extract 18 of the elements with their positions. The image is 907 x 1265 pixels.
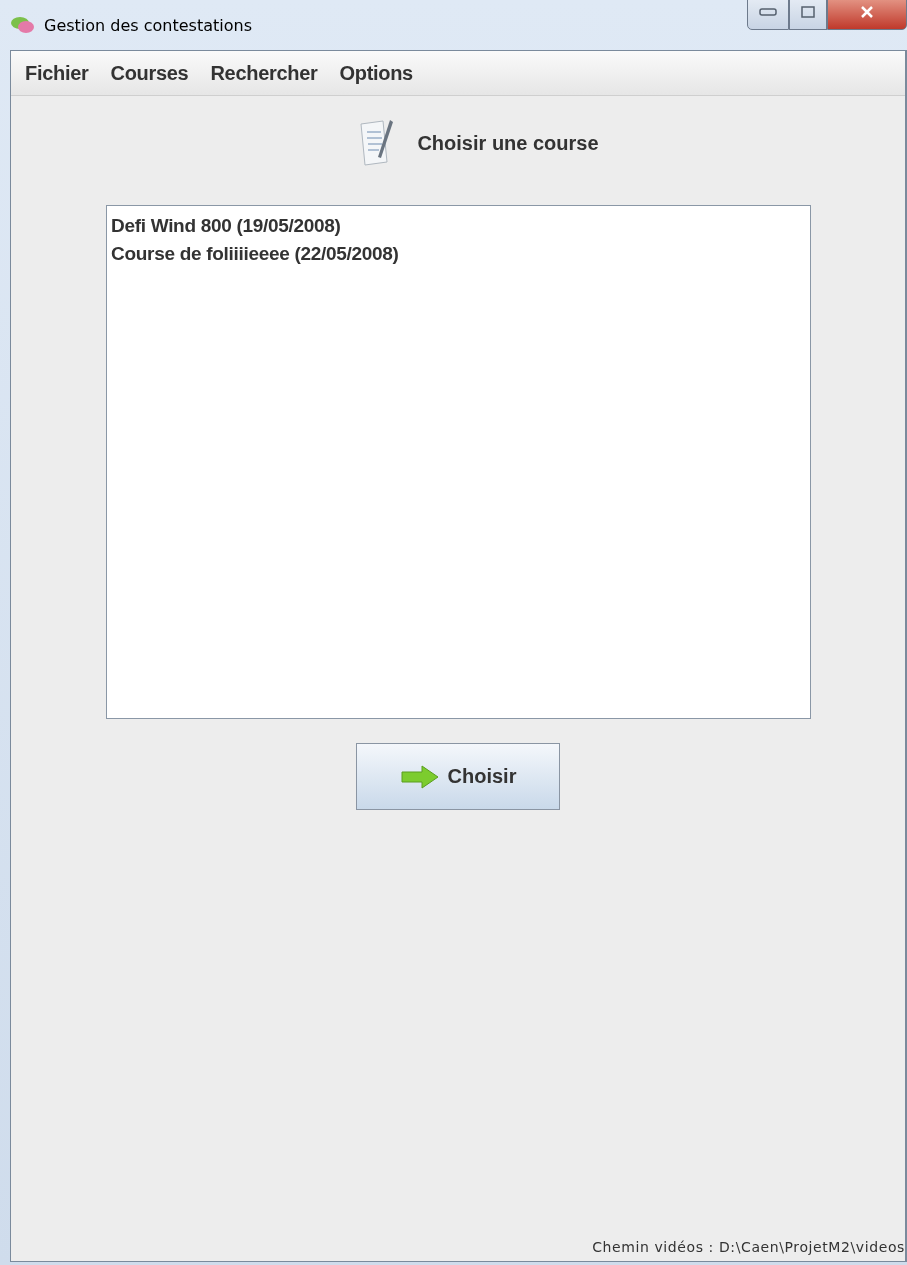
app-logo-icon — [10, 14, 36, 36]
maximize-icon — [801, 6, 815, 18]
maximize-button[interactable] — [789, 0, 827, 30]
section-title: Choisir une course — [417, 131, 599, 155]
window-title: Gestion des contestations — [44, 15, 252, 35]
close-icon — [860, 6, 874, 18]
menu-item[interactable]: Courses — [100, 55, 201, 91]
choose-button[interactable]: Choisir — [356, 743, 560, 810]
close-button[interactable] — [827, 0, 907, 30]
minimize-icon — [759, 8, 777, 16]
minimize-button[interactable] — [747, 0, 789, 30]
arrow-right-icon — [399, 763, 440, 790]
list-item[interactable]: Defi Wind 800 (19/05/2008) — [109, 212, 808, 240]
menu-item[interactable]: Fichier — [15, 55, 101, 91]
list-item[interactable]: Course de foliiiieeee (22/05/2008) — [109, 240, 808, 268]
menu-item[interactable]: Options — [329, 55, 425, 91]
status-text: Chemin vidéos : D:\Caen\ProjetM2\videos — [592, 1239, 905, 1257]
menu-item[interactable]: Rechercher — [200, 55, 330, 91]
